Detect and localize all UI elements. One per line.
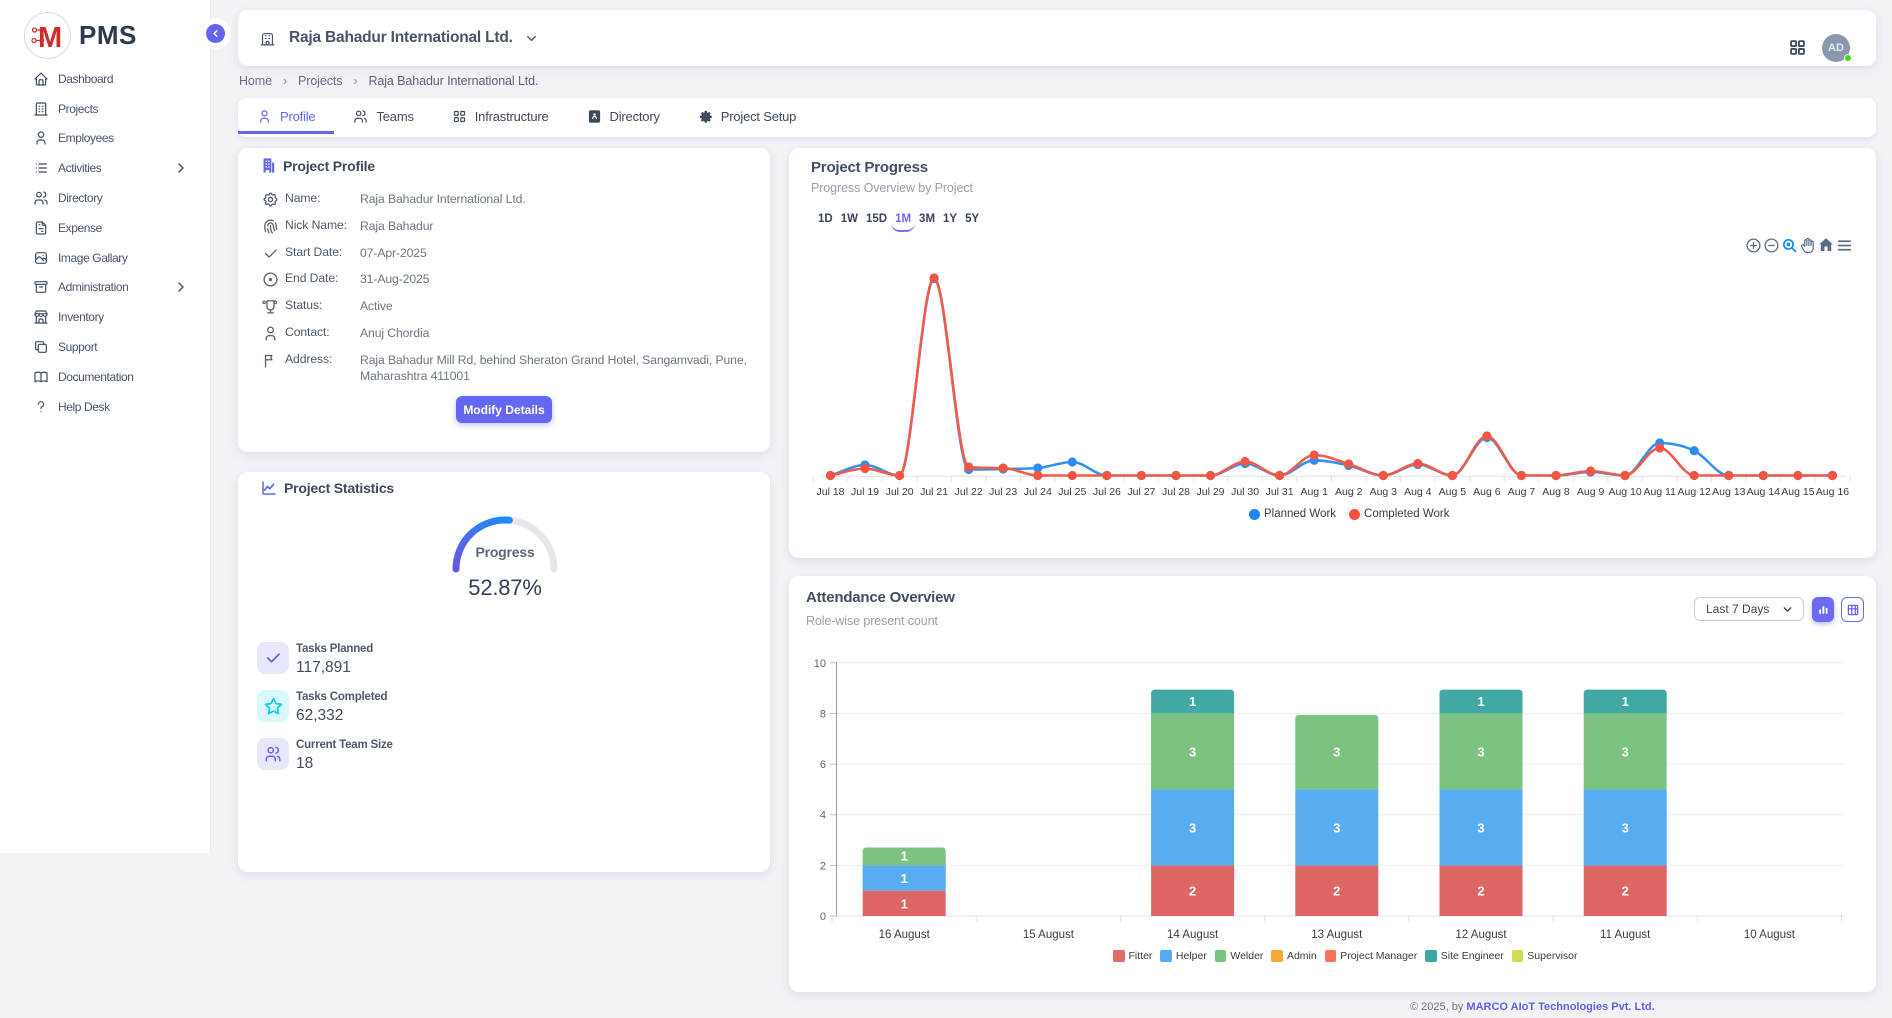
svg-text:1: 1 (1477, 694, 1484, 709)
svg-text:Aug 9: Aug 9 (1577, 486, 1605, 498)
svg-text:3: 3 (1189, 820, 1196, 835)
svg-text:Aug 2: Aug 2 (1335, 486, 1363, 498)
svg-text:14 August: 14 August (1167, 929, 1219, 941)
svg-text:Aug 11: Aug 11 (1643, 486, 1676, 498)
svg-text:Jul 24: Jul 24 (1024, 486, 1052, 498)
svg-text:Aug 5: Aug 5 (1439, 486, 1467, 498)
svg-text:3: 3 (1477, 744, 1484, 759)
svg-text:12 August: 12 August (1455, 929, 1507, 941)
svg-text:3: 3 (1189, 744, 1196, 759)
svg-text:Aug 8: Aug 8 (1542, 486, 1570, 498)
svg-text:Jul 25: Jul 25 (1058, 486, 1086, 498)
svg-text:2: 2 (1333, 884, 1340, 899)
svg-text:Aug 12: Aug 12 (1678, 486, 1711, 498)
svg-text:Aug 7: Aug 7 (1508, 486, 1536, 498)
svg-text:Jul 22: Jul 22 (955, 486, 983, 498)
svg-text:1: 1 (901, 871, 908, 886)
svg-text:Aug 3: Aug 3 (1370, 486, 1398, 498)
svg-text:Jul 21: Jul 21 (920, 486, 948, 498)
svg-text:Aug 1: Aug 1 (1300, 486, 1328, 498)
svg-text:0: 0 (820, 911, 826, 923)
svg-text:16 August: 16 August (879, 929, 931, 941)
svg-text:Aug 15: Aug 15 (1781, 486, 1814, 498)
svg-text:Jul 26: Jul 26 (1093, 486, 1121, 498)
svg-text:15 August: 15 August (1023, 929, 1075, 941)
svg-text:3: 3 (1622, 744, 1629, 759)
svg-text:3: 3 (1477, 820, 1484, 835)
svg-text:6: 6 (820, 759, 826, 771)
svg-text:1: 1 (901, 849, 908, 864)
svg-text:Jul 18: Jul 18 (816, 486, 844, 498)
svg-text:Jul 19: Jul 19 (851, 486, 879, 498)
svg-text:Jul 30: Jul 30 (1231, 486, 1259, 498)
svg-text:Jul 29: Jul 29 (1196, 486, 1224, 498)
svg-text:Jul 27: Jul 27 (1127, 486, 1155, 498)
svg-text:Jul 28: Jul 28 (1162, 486, 1190, 498)
svg-text:2: 2 (820, 860, 826, 872)
svg-text:2: 2 (1189, 884, 1196, 899)
svg-text:Aug 4: Aug 4 (1404, 486, 1432, 498)
svg-text:11 August: 11 August (1600, 929, 1651, 941)
svg-text:2: 2 (1622, 884, 1629, 899)
svg-text:10 August: 10 August (1744, 929, 1796, 941)
svg-text:3: 3 (1333, 820, 1340, 835)
svg-text:M: M (38, 22, 62, 54)
svg-text:Aug 14: Aug 14 (1747, 486, 1780, 498)
svg-text:1: 1 (1622, 694, 1629, 709)
svg-text:Aug 10: Aug 10 (1608, 486, 1641, 498)
svg-text:Aug 13: Aug 13 (1712, 486, 1745, 498)
svg-text:Jul 23: Jul 23 (989, 486, 1017, 498)
svg-text:3: 3 (1622, 820, 1629, 835)
svg-text:Aug 16: Aug 16 (1816, 486, 1849, 498)
svg-text:2: 2 (1477, 884, 1484, 899)
svg-text:Jul 20: Jul 20 (886, 486, 914, 498)
svg-text:4: 4 (820, 810, 826, 822)
svg-text:Aug 6: Aug 6 (1473, 486, 1501, 498)
svg-text:3: 3 (1333, 744, 1340, 759)
svg-text:10: 10 (814, 658, 826, 670)
svg-text:8: 8 (820, 708, 826, 720)
svg-text:1: 1 (901, 896, 908, 911)
svg-text:1: 1 (1189, 694, 1196, 709)
svg-text:13 August: 13 August (1311, 929, 1363, 941)
svg-text:Jul 31: Jul 31 (1266, 486, 1294, 498)
